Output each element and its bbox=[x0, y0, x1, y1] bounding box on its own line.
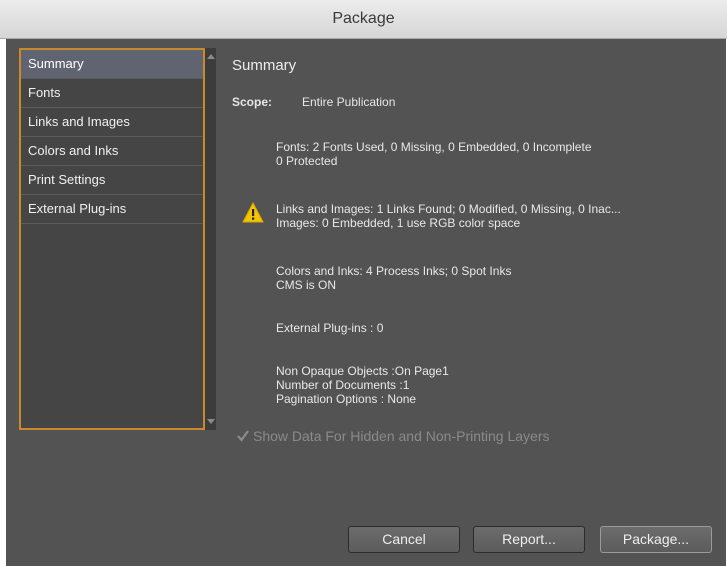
package-button[interactable]: Package... bbox=[600, 526, 712, 553]
scroll-down-arrow-icon[interactable] bbox=[207, 419, 215, 424]
section-item-links-and-images[interactable]: Links and Images bbox=[21, 108, 203, 137]
report-button[interactable]: Report... bbox=[473, 526, 585, 553]
warning-icon bbox=[242, 202, 264, 223]
cancel-button[interactable]: Cancel bbox=[348, 526, 460, 553]
links-summary: Links and Images: 1 Links Found; 0 Modif… bbox=[276, 202, 621, 230]
show-hidden-layers-label: Show Data For Hidden and Non-Printing La… bbox=[253, 428, 550, 444]
section-item-summary[interactable]: Summary bbox=[21, 50, 203, 79]
scroll-up-arrow-icon[interactable] bbox=[207, 54, 215, 59]
document-summary-line: Non Opaque Objects :On Page1 bbox=[276, 364, 449, 378]
checkmark-icon[interactable] bbox=[236, 429, 250, 443]
window-titlebar: Package bbox=[0, 0, 727, 39]
section-item-external-plug-ins[interactable]: External Plug-ins bbox=[21, 195, 203, 224]
links-summary-line: Links and Images: 1 Links Found; 0 Modif… bbox=[276, 202, 621, 216]
show-hidden-layers-option[interactable]: Show Data For Hidden and Non-Printing La… bbox=[236, 428, 550, 444]
panel-heading: Summary bbox=[232, 57, 297, 74]
document-summary-line: Pagination Options : None bbox=[276, 392, 417, 406]
plugins-summary: External Plug-ins : 0 bbox=[276, 321, 384, 335]
fonts-summary-line: Fonts: 2 Fonts Used, 0 Missing, 0 Embedd… bbox=[276, 140, 592, 154]
document-summary-line: Number of Documents :1 bbox=[276, 378, 410, 392]
scope-label: Scope: bbox=[232, 95, 273, 109]
colors-summary-line: Colors and Inks: 4 Process Inks; 0 Spot … bbox=[276, 264, 512, 278]
fonts-summary-line: 0 Protected bbox=[276, 154, 338, 168]
section-list[interactable]: Summary Fonts Links and Images Colors an… bbox=[19, 48, 205, 430]
scope-value: Entire Publication bbox=[302, 95, 396, 109]
section-list-scrollbar[interactable] bbox=[205, 48, 216, 430]
section-item-fonts[interactable]: Fonts bbox=[21, 79, 203, 108]
fonts-summary: Fonts: 2 Fonts Used, 0 Missing, 0 Embedd… bbox=[276, 140, 592, 168]
section-item-print-settings[interactable]: Print Settings bbox=[21, 166, 203, 195]
section-item-colors-and-inks[interactable]: Colors and Inks bbox=[21, 137, 203, 166]
package-dialog: Summary Fonts Links and Images Colors an… bbox=[6, 39, 726, 566]
document-summary: Non Opaque Objects :On Page1 Number of D… bbox=[276, 364, 449, 406]
colors-summary-line: CMS is ON bbox=[276, 278, 336, 292]
window-title: Package bbox=[332, 10, 395, 27]
links-summary-line: Images: 0 Embedded, 1 use RGB color spac… bbox=[276, 216, 521, 230]
colors-summary: Colors and Inks: 4 Process Inks; 0 Spot … bbox=[276, 264, 511, 292]
